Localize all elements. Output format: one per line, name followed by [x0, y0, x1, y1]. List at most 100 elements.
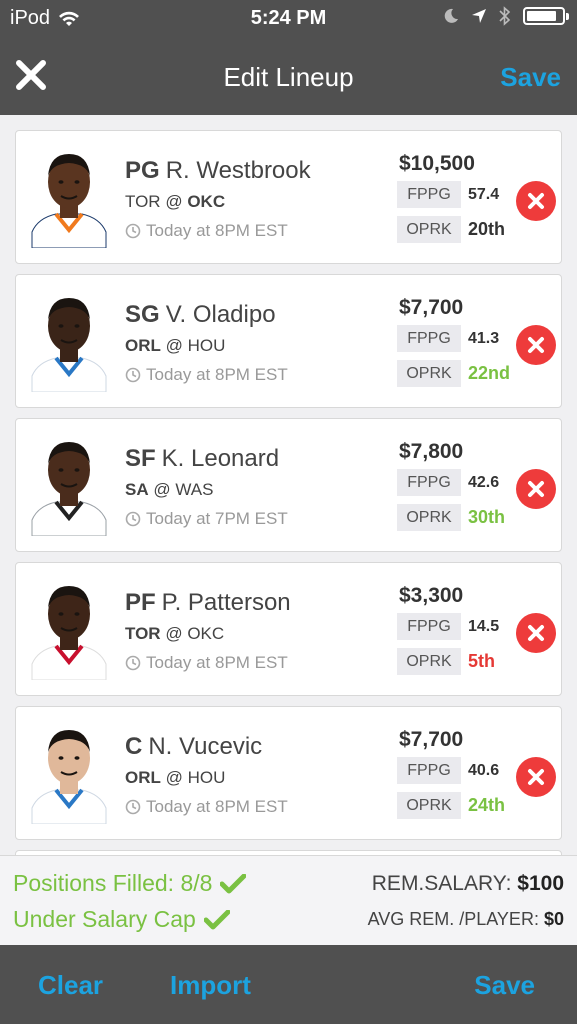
oprk-label: OPRK	[397, 360, 461, 387]
remove-x-icon	[528, 481, 544, 497]
oprk-label: OPRK	[397, 648, 461, 675]
nav-bar: Edit Lineup Save	[0, 40, 577, 115]
fppg-value: 41.3	[468, 330, 500, 347]
player-photo	[28, 580, 110, 680]
clock-icon	[125, 511, 141, 527]
player-name-line: C N. Vucevic	[125, 733, 262, 761]
player-card[interactable]: PG R. Westbrook TOR @ OKC Today at 8PM ES…	[15, 130, 562, 264]
player-team: TOR	[125, 192, 161, 211]
save-button-bottom[interactable]: Save	[474, 970, 535, 1001]
checkmark-icon	[203, 909, 230, 929]
positions-filled-text: Positions Filled: 8/8	[13, 870, 213, 896]
remove-player-button[interactable]	[516, 181, 556, 221]
oprk-value: 5th	[468, 651, 495, 671]
matchup-at: @	[153, 480, 171, 499]
lineup-summary: Positions Filled: 8/8 Under Salary Cap R…	[0, 855, 577, 945]
player-matchup: ORL @ HOU	[125, 336, 225, 356]
matchup-at: @	[165, 192, 183, 211]
player-opponent: HOU	[187, 336, 226, 355]
salary-cap-status: Under Salary Cap	[13, 906, 230, 933]
remove-x-icon	[528, 625, 544, 641]
game-time: Today at 8PM EST	[125, 221, 288, 241]
game-time: Today at 8PM EST	[125, 365, 288, 385]
player-position: SF	[125, 445, 156, 472]
game-time-text: Today at 8PM EST	[146, 653, 288, 672]
under-cap-text: Under Salary Cap	[13, 906, 196, 932]
moon-icon	[444, 8, 458, 23]
player-name-line: PG R. Westbrook	[125, 157, 311, 185]
player-position: PF	[125, 589, 156, 616]
player-salary: $10,500	[399, 152, 475, 175]
player-photo	[28, 436, 110, 536]
player-position: PG	[125, 157, 160, 184]
player-position: SG	[125, 301, 160, 328]
matchup-at: @	[165, 336, 183, 355]
rem-salary-value: $100	[517, 872, 564, 895]
oprk-label: OPRK	[397, 792, 461, 819]
status-bar: iPod 5:24 PM	[0, 0, 577, 40]
player-opponent: WAS	[175, 480, 214, 499]
location-arrow-icon	[472, 9, 486, 23]
clock-icon	[125, 655, 141, 671]
clock-icon	[125, 223, 141, 239]
player-name-line: SG V. Oladipo	[125, 301, 276, 329]
player-matchup: TOR @ OKC	[125, 624, 224, 644]
player-card[interactable]: PF P. Patterson TOR @ OKC Today at 8PM ES…	[15, 562, 562, 696]
player-photo	[28, 724, 110, 824]
player-name-line: SF K. Leonard	[125, 445, 279, 473]
bottom-toolbar: Clear Import Save	[0, 945, 577, 1024]
player-matchup: TOR @ OKC	[125, 192, 225, 212]
remove-x-icon	[528, 337, 544, 353]
remaining-salary: REM.SALARY: $100	[372, 872, 564, 896]
player-salary: $3,300	[399, 584, 464, 607]
lineup-list[interactable]: PG R. Westbrook TOR @ OKC Today at 8PM ES…	[0, 115, 577, 855]
fppg-value: 40.6	[468, 762, 500, 779]
remove-player-button[interactable]	[516, 757, 556, 797]
player-photo	[28, 148, 110, 248]
player-photo	[28, 292, 110, 392]
game-time-text: Today at 7PM EST	[146, 509, 288, 528]
remove-player-button[interactable]	[516, 469, 556, 509]
save-button-top[interactable]: Save	[500, 62, 561, 93]
player-card[interactable]: SG V. Oladipo ORL @ HOU Today at 8PM EST …	[15, 274, 562, 408]
remove-player-button[interactable]	[516, 613, 556, 653]
bluetooth-icon	[499, 6, 511, 26]
avg-rem-label: AVG REM. /PLAYER:	[367, 909, 539, 929]
status-icons	[443, 6, 569, 26]
game-time: Today at 8PM EST	[125, 797, 288, 817]
import-button[interactable]: Import	[170, 970, 251, 1001]
remove-x-icon	[528, 193, 544, 209]
game-time-text: Today at 8PM EST	[146, 221, 288, 240]
player-name-line: PF P. Patterson	[125, 589, 291, 617]
player-team: TOR	[125, 624, 161, 643]
player-team: ORL	[125, 768, 161, 787]
avg-rem-value: $0	[543, 909, 564, 929]
fppg-label: FPPG	[397, 181, 461, 208]
player-team: SA	[125, 480, 149, 499]
matchup-at: @	[165, 624, 183, 643]
player-card[interactable]: C N. Vucevic ORL @ HOU Today at 8PM EST $…	[15, 706, 562, 840]
fppg-label: FPPG	[397, 613, 461, 640]
clock-icon	[125, 799, 141, 815]
player-team: ORL	[125, 336, 161, 355]
player-card[interactable]: SF K. Leonard SA @ WAS Today at 7PM EST $…	[15, 418, 562, 552]
fppg-label: FPPG	[397, 469, 461, 496]
remove-x-icon	[528, 769, 544, 785]
player-name: R. Westbrook	[165, 157, 311, 184]
remove-player-button[interactable]	[516, 325, 556, 365]
player-name: N. Vucevic	[148, 733, 263, 760]
player-name: K. Leonard	[161, 445, 280, 472]
player-name: P. Patterson	[161, 589, 291, 616]
game-time-text: Today at 8PM EST	[146, 365, 288, 384]
rem-salary-label: REM.SALARY:	[371, 872, 512, 895]
fppg-label: FPPG	[397, 325, 461, 352]
clear-button[interactable]: Clear	[38, 970, 103, 1001]
clock-icon	[125, 367, 141, 383]
oprk-value: 24th	[468, 795, 506, 815]
player-opponent: OKC	[187, 192, 226, 211]
player-name: V. Oladipo	[165, 301, 276, 328]
oprk-value: 20th	[468, 219, 506, 239]
oprk-value: 30th	[468, 507, 506, 527]
game-time: Today at 8PM EST	[125, 653, 288, 673]
player-opponent: OKC	[187, 624, 225, 643]
